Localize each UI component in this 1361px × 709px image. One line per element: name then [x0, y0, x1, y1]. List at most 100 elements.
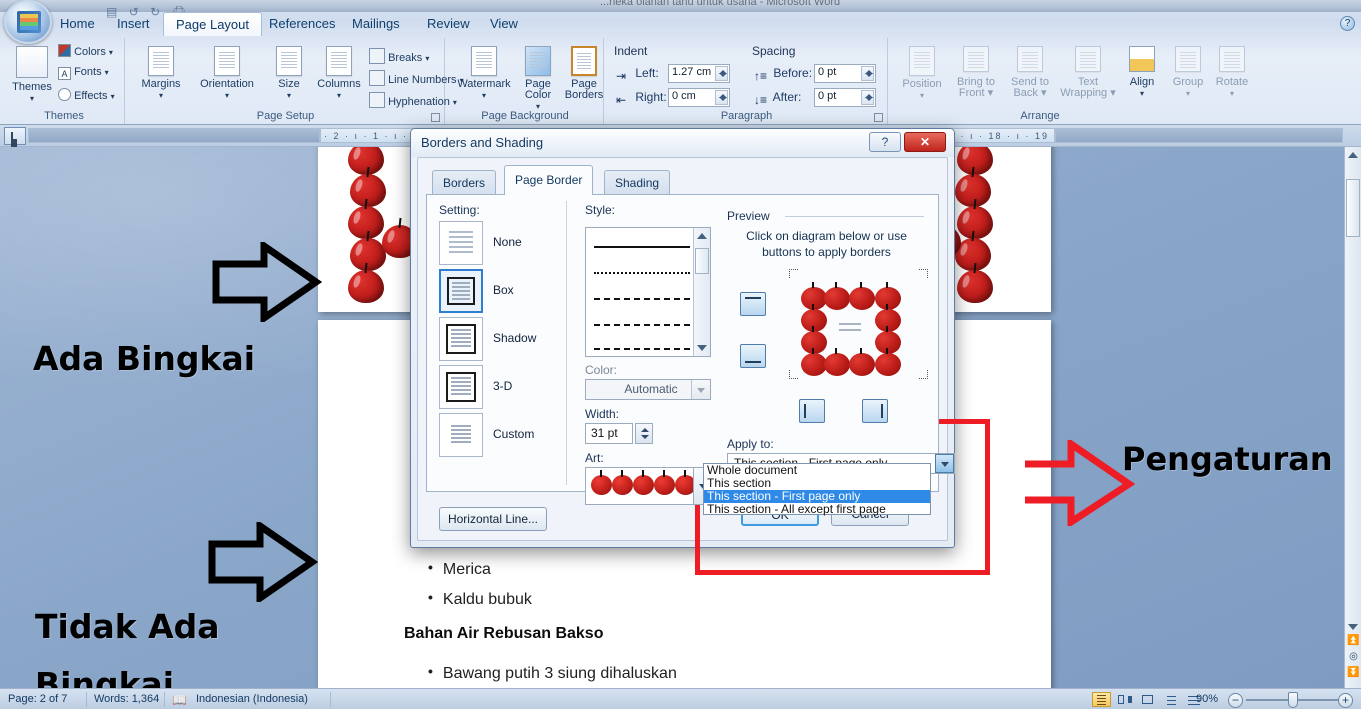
select-browse-object-icon[interactable]: ◎: [1347, 651, 1360, 664]
tab-mailings[interactable]: Mailings: [340, 12, 412, 36]
page-setup-dialog-launcher-icon[interactable]: [431, 113, 440, 122]
paragraph-dialog-launcher-icon[interactable]: [874, 113, 883, 122]
apply-to-dropdown-caret-icon[interactable]: [935, 454, 954, 473]
previous-page-icon[interactable]: ⏫: [1347, 635, 1360, 648]
columns-button[interactable]: Columns▾: [313, 46, 365, 101]
themes-button[interactable]: Themes ▾: [8, 46, 56, 104]
spinner-arrows-icon[interactable]: [861, 90, 874, 105]
page-borders-button[interactable]: Page Borders: [563, 46, 605, 101]
color-dropdown-caret-icon[interactable]: [691, 380, 710, 399]
preview-top-border-button[interactable]: [740, 292, 766, 316]
bring-to-front-button[interactable]: Bring toFront ▾: [950, 46, 1002, 99]
border-width-spinner[interactable]: [635, 423, 653, 444]
preview-right-border-button[interactable]: [862, 399, 888, 423]
zoom-out-button[interactable]: −: [1228, 693, 1243, 708]
align-button[interactable]: Align▾: [1120, 46, 1164, 99]
align-icon: [1129, 46, 1155, 72]
setting-box-icon: [439, 269, 483, 313]
theme-colors-button[interactable]: Colors ▾: [58, 44, 122, 58]
scroll-up-icon[interactable]: [697, 233, 707, 239]
style-dotted[interactable]: [594, 272, 690, 274]
language-indicator[interactable]: Indonesian (Indonesia): [196, 693, 308, 705]
setting-option-shadow[interactable]: Shadow: [439, 317, 589, 363]
theme-fonts-button[interactable]: A Fonts ▾: [58, 66, 122, 80]
full-screen-reading-view-button[interactable]: [1115, 692, 1134, 707]
indent-left-field[interactable]: ⇥ Left:: [616, 66, 659, 85]
orientation-button[interactable]: Orientation▾: [191, 46, 263, 101]
theme-effects-button[interactable]: Effects ▾: [58, 88, 122, 102]
dialog-tab-page-border[interactable]: Page Border: [504, 165, 593, 195]
size-button[interactable]: Size▾: [267, 46, 311, 101]
style-list-scrollbar[interactable]: [693, 228, 710, 356]
zoom-slider-thumb[interactable]: [1288, 692, 1298, 708]
dialog-close-button[interactable]: ✕: [904, 132, 946, 152]
setting-option-3d[interactable]: 3-D: [439, 365, 589, 411]
horizontal-line-button[interactable]: Horizontal Line...: [439, 507, 547, 531]
preview-text-lines: [839, 323, 861, 325]
breaks-button[interactable]: Breaks ▾: [369, 48, 445, 64]
indent-right-field[interactable]: ⇤ Right:: [616, 90, 667, 109]
spacing-before-field[interactable]: ↑≡ Before:: [754, 66, 812, 85]
scroll-down-icon[interactable]: [1348, 624, 1358, 630]
send-to-back-button[interactable]: Send toBack ▾: [1004, 46, 1056, 99]
tab-home[interactable]: Home: [48, 12, 107, 36]
border-width-input[interactable]: 31 pt: [585, 423, 633, 444]
zoom-level[interactable]: 90%: [1196, 693, 1218, 705]
tab-references[interactable]: References: [257, 12, 347, 36]
scroll-up-icon[interactable]: [1348, 152, 1358, 158]
apply-to-option-list[interactable]: Whole document This section This section…: [703, 463, 931, 515]
page-color-button[interactable]: Page Color▾: [517, 46, 559, 112]
setting-option-none[interactable]: None: [439, 221, 589, 267]
style-dashed-small[interactable]: [594, 298, 690, 300]
tab-page-layout[interactable]: Page Layout: [163, 12, 262, 36]
outline-view-button[interactable]: [1161, 692, 1180, 707]
setting-3d-icon: [439, 365, 483, 409]
dialog-help-button[interactable]: ?: [869, 132, 901, 152]
page-indicator[interactable]: Page: 2 of 7: [8, 693, 67, 705]
spinner-arrows-icon[interactable]: [861, 66, 874, 81]
black-arrow-bottom: [208, 522, 318, 602]
text-wrapping-button[interactable]: TextWrapping ▾: [1058, 46, 1118, 99]
border-preview-diagram[interactable]: [801, 279, 916, 369]
border-color-dropdown[interactable]: Automatic: [585, 379, 711, 400]
corner-mark-tr: [919, 269, 928, 278]
spinner-arrows-icon[interactable]: [715, 66, 728, 81]
word-count[interactable]: Words: 1,364: [94, 693, 159, 705]
spinner-arrows-icon[interactable]: [715, 90, 728, 105]
group-button[interactable]: Group▾: [1166, 46, 1210, 99]
tab-stop-selector-button[interactable]: [4, 127, 26, 145]
watermark-button[interactable]: Watermark▾: [453, 46, 515, 101]
rotate-button[interactable]: Rotate▾: [1210, 46, 1254, 99]
tab-review[interactable]: Review: [415, 12, 482, 36]
apply-to-option-all-except-first[interactable]: This section - All except first page: [704, 503, 930, 516]
color-label: Color:: [585, 363, 617, 377]
next-page-icon[interactable]: ⏬: [1347, 667, 1360, 680]
tab-insert[interactable]: Insert: [105, 12, 162, 36]
scroll-down-icon[interactable]: [697, 345, 707, 351]
spacing-after-field[interactable]: ↓≡ After:: [754, 90, 801, 109]
style-dash-dot[interactable]: [594, 348, 690, 350]
web-layout-view-button[interactable]: [1138, 692, 1157, 707]
dialog-tab-borders[interactable]: Borders: [432, 170, 496, 195]
preview-left-border-button[interactable]: [799, 399, 825, 423]
style-solid[interactable]: [594, 246, 690, 248]
spacing-after-input[interactable]: 0 pt: [814, 88, 876, 107]
indent-right-input[interactable]: 0 cm: [668, 88, 730, 107]
spacing-before-input[interactable]: 0 pt: [814, 64, 876, 83]
tab-view[interactable]: View: [478, 12, 530, 36]
vertical-scrollbar[interactable]: ⏫ ◎ ⏬: [1344, 147, 1361, 688]
print-layout-view-button[interactable]: [1092, 692, 1111, 707]
scrollbar-thumb[interactable]: [695, 248, 709, 274]
spelling-check-icon[interactable]: 📖: [172, 693, 187, 707]
margins-button[interactable]: Margins▾: [133, 46, 189, 101]
preview-bottom-border-button[interactable]: [740, 344, 766, 368]
indent-left-input[interactable]: 1.27 cm: [668, 64, 730, 83]
style-dashed-large[interactable]: [594, 324, 690, 326]
dialog-tab-shading[interactable]: Shading: [604, 170, 670, 195]
vertical-scrollbar-thumb[interactable]: [1346, 179, 1360, 237]
position-button[interactable]: Position▾: [896, 46, 948, 101]
setting-option-box[interactable]: Box: [439, 269, 589, 315]
setting-option-custom[interactable]: Custom: [439, 413, 589, 459]
zoom-in-button[interactable]: +: [1338, 693, 1353, 708]
border-style-list[interactable]: [585, 227, 711, 357]
